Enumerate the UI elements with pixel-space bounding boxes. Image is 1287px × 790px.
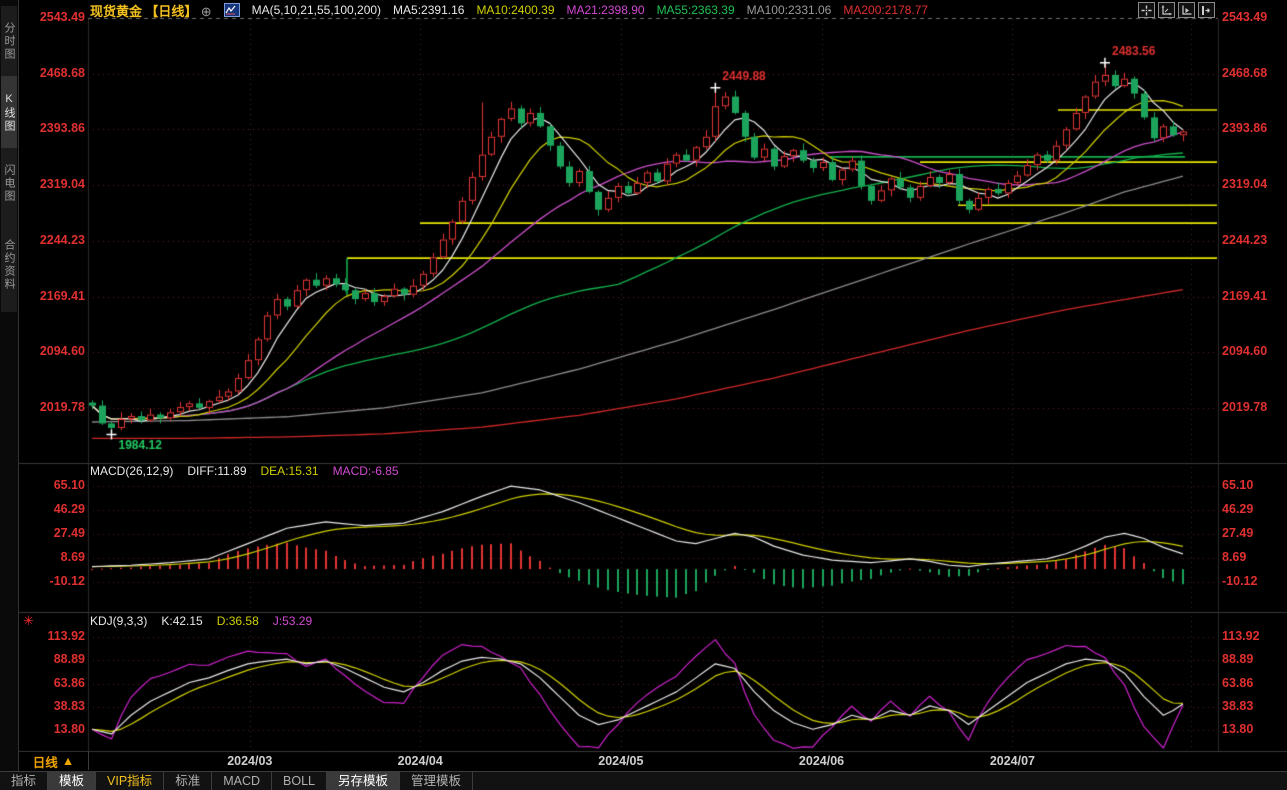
date-axis-label: 2024/04 xyxy=(398,754,443,768)
macd-axis-label: 8.69 xyxy=(29,550,85,564)
axis-zoom-icon[interactable] xyxy=(1158,2,1175,18)
price-axis-label: 2019.78 xyxy=(29,400,85,414)
macd-macd-value: MACD:-6.85 xyxy=(333,464,399,478)
kdj-axis-label: 38.83 xyxy=(1222,699,1284,713)
kdj-header: KDJ(9,3,3) K:42.15 D:36.58 J:53.29 xyxy=(90,614,312,628)
tab-4[interactable]: 标准 xyxy=(164,772,212,790)
macd-axis-label: -10.12 xyxy=(29,574,85,588)
date-axis-label: 2024/05 xyxy=(598,754,643,768)
symbol-title: 现货黄金 【日线】 ⊕ xyxy=(90,1,212,20)
macd-axis-label: 65.10 xyxy=(29,478,85,492)
date-axis-label: 2024/03 xyxy=(227,754,272,768)
macd-axis-label: 27.49 xyxy=(1222,526,1284,540)
kdj-axis-label: 13.80 xyxy=(1222,722,1284,736)
macd-axis-label: 65.10 xyxy=(1222,478,1284,492)
macd-axis-label: 46.29 xyxy=(1222,502,1284,516)
ma-value-label: MA5:2391.16 xyxy=(393,3,464,17)
price-axis-label: 2393.86 xyxy=(1222,121,1284,135)
price-axis-label: 2393.86 xyxy=(29,121,85,135)
macd-axis-label: 8.69 xyxy=(1222,550,1284,564)
sidebar-item-1[interactable]: 分时图 xyxy=(1,6,17,76)
kdj-j-value: J:53.29 xyxy=(273,614,312,628)
sidebar: 分时图K线图闪电图合约资料 xyxy=(0,0,19,790)
date-axis-label: 2024/07 xyxy=(990,754,1035,768)
price-axis-label: 2019.78 xyxy=(1222,400,1284,414)
price-axis-label: 2244.23 xyxy=(1222,233,1284,247)
expand-icon[interactable]: ⊕ xyxy=(201,4,212,19)
crosshair-icon[interactable] xyxy=(1138,2,1155,18)
kdj-d-value: D:36.58 xyxy=(217,614,259,628)
price-axis-label: 2319.04 xyxy=(1222,177,1284,191)
kdj-axis-label: 88.89 xyxy=(1222,652,1284,666)
alert-icon[interactable]: ✳ xyxy=(23,613,34,629)
tab-3[interactable]: VIP指标 xyxy=(96,772,164,790)
axis-play-icon[interactable] xyxy=(1178,2,1195,18)
chart-thumbnail-icon xyxy=(224,3,240,17)
bottom-tabbar: 指标模板VIP指标标准MACDBOLL另存模板管理模板 xyxy=(0,771,1287,790)
kdj-axis-label: 113.92 xyxy=(1222,629,1284,643)
macd-dea-value: DEA:15.31 xyxy=(261,464,319,478)
price-axis-label: 2319.04 xyxy=(29,177,85,191)
sidebar-item-3[interactable]: 闪电图 xyxy=(1,148,17,218)
price-axis-label: 2094.60 xyxy=(1222,344,1284,358)
macd-title: MACD(26,12,9) xyxy=(90,464,173,478)
date-axis-label: 2024/06 xyxy=(799,754,844,768)
ma-value-label: MA21:2398.90 xyxy=(567,3,645,17)
tab-5[interactable]: MACD xyxy=(212,772,272,790)
period-selector[interactable]: 日线 ▲ xyxy=(19,752,89,770)
price-axis-label: 2169.41 xyxy=(29,289,85,303)
tab-8[interactable]: 管理模板 xyxy=(400,772,473,790)
macd-axis-label: -10.12 xyxy=(1222,574,1284,588)
ma-value-label: MA100:2331.06 xyxy=(747,3,832,17)
tab-1[interactable]: 指标 xyxy=(0,772,48,790)
symbol-name: 现货黄金 xyxy=(90,4,142,19)
sidebar-item-4[interactable]: 合约资料 xyxy=(1,218,17,312)
kdj-k-value: K:42.15 xyxy=(161,614,202,628)
price-axis-label: 2468.68 xyxy=(29,66,85,80)
sidebar-item-2[interactable]: K线图 xyxy=(1,76,17,150)
period-label: 日线 xyxy=(33,752,58,771)
macd-header: MACD(26,12,9) DIFF:11.89 DEA:15.31 MACD:… xyxy=(90,464,399,478)
chart-toolbar xyxy=(1138,2,1215,18)
kdj-axis-label: 63.86 xyxy=(1222,676,1284,690)
ma-value-label: MA200:2178.77 xyxy=(843,3,928,17)
price-axis-label: 2543.49 xyxy=(29,10,85,24)
trading-app: 分时图K线图闪电图合约资料 现货黄金 【日线】 ⊕ MA(5,10,21,55,… xyxy=(0,0,1287,790)
tab-2[interactable]: 模板 xyxy=(48,772,96,790)
chart-header: 现货黄金 【日线】 ⊕ MA(5,10,21,55,100,200) MA5:2… xyxy=(90,2,940,18)
macd-diff-value: DIFF:11.89 xyxy=(187,464,246,478)
price-axis-label: 2169.41 xyxy=(1222,289,1284,303)
ma-settings-label: MA(5,10,21,55,100,200) xyxy=(252,3,381,17)
period-arrow-icon: ▲ xyxy=(62,754,74,768)
tab-7[interactable]: 另存模板 xyxy=(327,772,400,790)
kdj-axis-label: 113.92 xyxy=(29,629,85,643)
tab-6[interactable]: BOLL xyxy=(272,772,327,790)
kdj-axis-label: 88.89 xyxy=(29,652,85,666)
ma-values: MA5:2391.16 MA10:2400.39 MA21:2398.90 MA55:… xyxy=(393,3,940,17)
kdj-axis-label: 63.86 xyxy=(29,676,85,690)
price-axis-label: 2244.23 xyxy=(29,233,85,247)
collapse-right-icon[interactable] xyxy=(1198,2,1215,18)
price-axis-label: 2468.68 xyxy=(1222,66,1284,80)
ma-value-label: MA10:2400.39 xyxy=(476,3,554,17)
kdj-axis-label: 38.83 xyxy=(29,699,85,713)
macd-axis-label: 46.29 xyxy=(29,502,85,516)
price-axis-label: 2094.60 xyxy=(29,344,85,358)
price-axis-label: 2543.49 xyxy=(1222,10,1284,24)
ma-value-label: MA55:2363.39 xyxy=(657,3,735,17)
macd-axis-label: 27.49 xyxy=(29,526,85,540)
period-tag: 【日线】 xyxy=(145,4,197,19)
chart-canvas[interactable] xyxy=(0,0,1287,790)
kdj-title: KDJ(9,3,3) xyxy=(90,614,147,628)
kdj-axis-label: 13.80 xyxy=(29,722,85,736)
